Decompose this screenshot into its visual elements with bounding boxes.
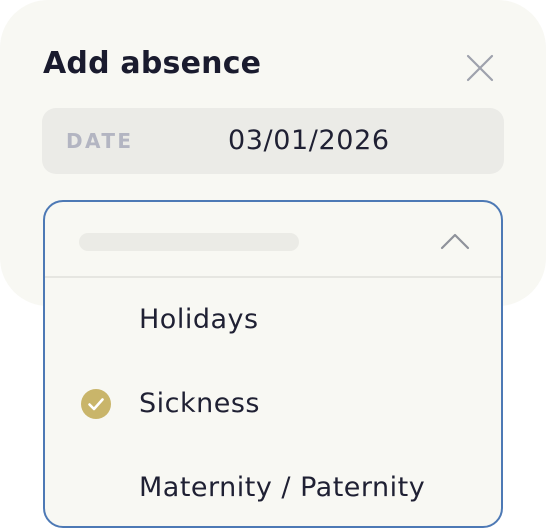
- check-circle-icon: [81, 389, 111, 419]
- modal-title: Add absence: [43, 46, 262, 81]
- option-sickness[interactable]: Sickness: [45, 362, 501, 446]
- option-holidays[interactable]: Holidays: [45, 278, 501, 362]
- option-maternity-paternity[interactable]: Maternity / Paternity: [45, 446, 501, 530]
- option-label: Sickness: [139, 388, 260, 419]
- date-label: DATE: [66, 129, 134, 153]
- chevron-up-icon: [440, 233, 470, 250]
- date-value: 03/01/2026: [228, 125, 390, 156]
- option-label: Holidays: [139, 304, 259, 335]
- date-field[interactable]: DATE 03/01/2026: [42, 108, 504, 174]
- absence-type-dropdown: Holidays Sickness Maternity / Paternity: [43, 200, 503, 528]
- dropdown-placeholder-bar: [79, 233, 299, 251]
- option-label: Maternity / Paternity: [139, 472, 426, 503]
- close-icon: [466, 54, 494, 82]
- dropdown-toggle[interactable]: [45, 202, 501, 278]
- close-button[interactable]: [462, 50, 498, 86]
- screen: Add absence DATE 03/01/2026 Holidays Sic…: [0, 0, 546, 530]
